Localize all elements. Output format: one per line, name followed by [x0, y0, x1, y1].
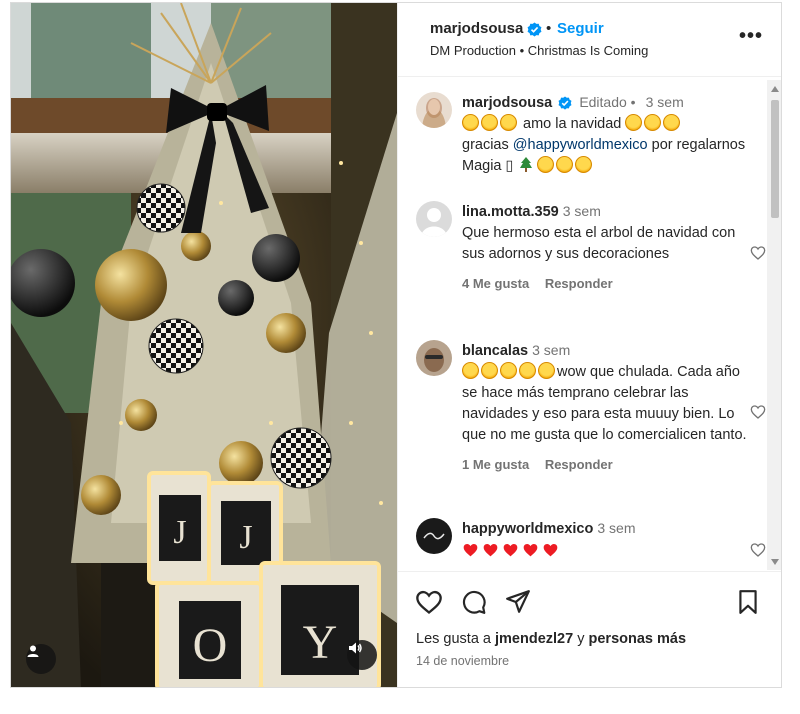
comment-time[interactable]: 3 sem [597, 520, 635, 536]
comment-body: blancalas 3 sem wow que chulada. Cada añ… [462, 340, 752, 475]
star-eyes-emoji-icon [462, 362, 479, 379]
follow-button[interactable]: Seguir [557, 20, 604, 37]
comment-icon[interactable] [460, 589, 488, 615]
heart-icon[interactable] [750, 245, 766, 261]
block-letter-4: Y [303, 616, 338, 669]
post-side-panel: marjodsousa • Seguir DM Production • Chr… [397, 3, 781, 687]
comment-likes[interactable]: 1 Me gusta [462, 457, 529, 472]
placeholder-glyph: ▯ [505, 158, 514, 174]
block-letter-1: J [173, 514, 186, 551]
comment-item: lina.motta.359 3 sem Que hermoso esta el… [416, 201, 766, 321]
smile-emoji-icon [555, 156, 573, 173]
red-heart-emoji-icon [483, 544, 498, 557]
likes-user[interactable]: jmendezl27 [495, 631, 573, 647]
christmas-tree-emoji-icon [519, 157, 532, 172]
star-eyes-emoji-icon [538, 362, 555, 379]
reply-button[interactable]: Responder [545, 276, 613, 291]
comment-meta: 1 Me gusta Responder [462, 454, 752, 475]
star-eyes-emoji-icon [574, 156, 592, 173]
heart-icon[interactable] [750, 404, 766, 420]
header-subtitle[interactable]: DM Production • Christmas Is Coming [430, 43, 648, 58]
mute-button[interactable] [347, 640, 377, 670]
likes-middle: y [577, 631, 585, 647]
comment-body: lina.motta.359 3 sem Que hermoso esta el… [462, 201, 752, 294]
star-eyes-emoji-icon [500, 114, 517, 131]
mute-icon [349, 642, 362, 654]
reply-button[interactable]: Responder [545, 457, 613, 472]
caption-comment: marjodsousa Editado • 3 sem amo la navid… [416, 92, 756, 192]
comments-list[interactable]: marjodsousa Editado • 3 sem amo la navid… [398, 78, 781, 570]
likes-prefix: Les gusta a [416, 631, 491, 647]
block-letter-3: O [193, 619, 228, 672]
comment-item: happyworldmexico 3 sem [416, 518, 766, 570]
post-date[interactable]: 14 de noviembre [416, 654, 509, 668]
post-dialog: J J O Y marjodsousa • Seguir DM Producti… [10, 2, 782, 688]
caption-body: marjodsousa Editado • 3 sem amo la navid… [462, 92, 752, 177]
star-eyes-emoji-icon [519, 362, 536, 379]
verified-badge-icon [558, 96, 572, 110]
header-separator: • [546, 20, 552, 37]
user-tag-icon [27, 645, 39, 657]
comment-username[interactable]: blancalas [462, 343, 528, 359]
comments-scrollbar[interactable] [767, 80, 781, 570]
comment-username[interactable]: lina.motta.359 [462, 204, 559, 220]
comment-likes[interactable]: 4 Me gusta [462, 276, 529, 291]
red-heart-emoji-icon [523, 544, 538, 557]
caption-text-a: amo la navidad [523, 116, 622, 132]
share-icon[interactable] [504, 589, 532, 615]
post-actions: Les gusta a jmendezl27 y personas más 14… [398, 571, 781, 687]
scroll-thumb[interactable] [771, 100, 779, 218]
red-heart-emoji-icon [463, 544, 478, 557]
post-media[interactable]: J J O Y [11, 3, 397, 687]
heart-icon[interactable] [750, 542, 766, 558]
red-hearts [462, 542, 562, 558]
comment-body: happyworldmexico 3 sem [462, 518, 752, 561]
likes-summary[interactable]: Les gusta a jmendezl27 y personas más [416, 631, 686, 647]
star-eyes-emoji-icon [644, 114, 662, 131]
comment-time[interactable]: 3 sem [532, 342, 570, 358]
star-eyes-emoji-icon [500, 362, 517, 379]
header-username[interactable]: marjodsousa [430, 20, 523, 37]
comment-username[interactable]: happyworldmexico [462, 521, 593, 537]
post-header: marjodsousa • Seguir DM Production • Chr… [398, 3, 781, 77]
caption-text-b: gracias [462, 137, 509, 153]
christmas-tree-photo: J J O Y [11, 3, 397, 687]
red-heart-emoji-icon [543, 544, 558, 557]
comment-item: blancalas 3 sem wow que chulada. Cada añ… [416, 340, 766, 500]
comment-meta: 4 Me gusta Responder [462, 273, 752, 294]
more-options-icon[interactable]: ••• [739, 26, 763, 46]
caption-username[interactable]: marjodsousa [462, 95, 552, 111]
likes-others[interactable]: personas más [589, 631, 687, 647]
star-eyes-emoji-icon [663, 114, 681, 131]
block-letter-2: J [239, 519, 252, 556]
star-eyes-emoji-icon [625, 114, 643, 131]
caption-avatar[interactable] [416, 92, 452, 128]
comment-avatar[interactable] [416, 340, 452, 376]
red-heart-emoji-icon [503, 544, 518, 557]
caption-time[interactable]: 3 sem [646, 94, 684, 110]
comment-avatar[interactable] [416, 518, 452, 554]
smile-emoji-icon [536, 156, 554, 173]
caption-mention[interactable]: @happyworldmexico [513, 137, 648, 153]
star-eyes-emoji-icon [481, 114, 498, 131]
comment-avatar[interactable] [416, 201, 452, 237]
user-tag-button[interactable] [26, 644, 56, 674]
bookmark-icon[interactable] [735, 589, 761, 615]
star-eyes-emoji-icon [481, 362, 498, 379]
scroll-down-arrow[interactable] [771, 559, 779, 565]
comment-time[interactable]: 3 sem [563, 203, 601, 219]
scroll-up-arrow[interactable] [771, 86, 779, 92]
comment-text: Que hermoso esta el arbol de navidad con… [462, 225, 736, 262]
star-eyes-emoji-icon [462, 114, 479, 131]
verified-badge-icon [527, 22, 542, 37]
caption-edited: Editado • [579, 94, 636, 110]
like-button-heart-icon[interactable] [415, 589, 443, 615]
